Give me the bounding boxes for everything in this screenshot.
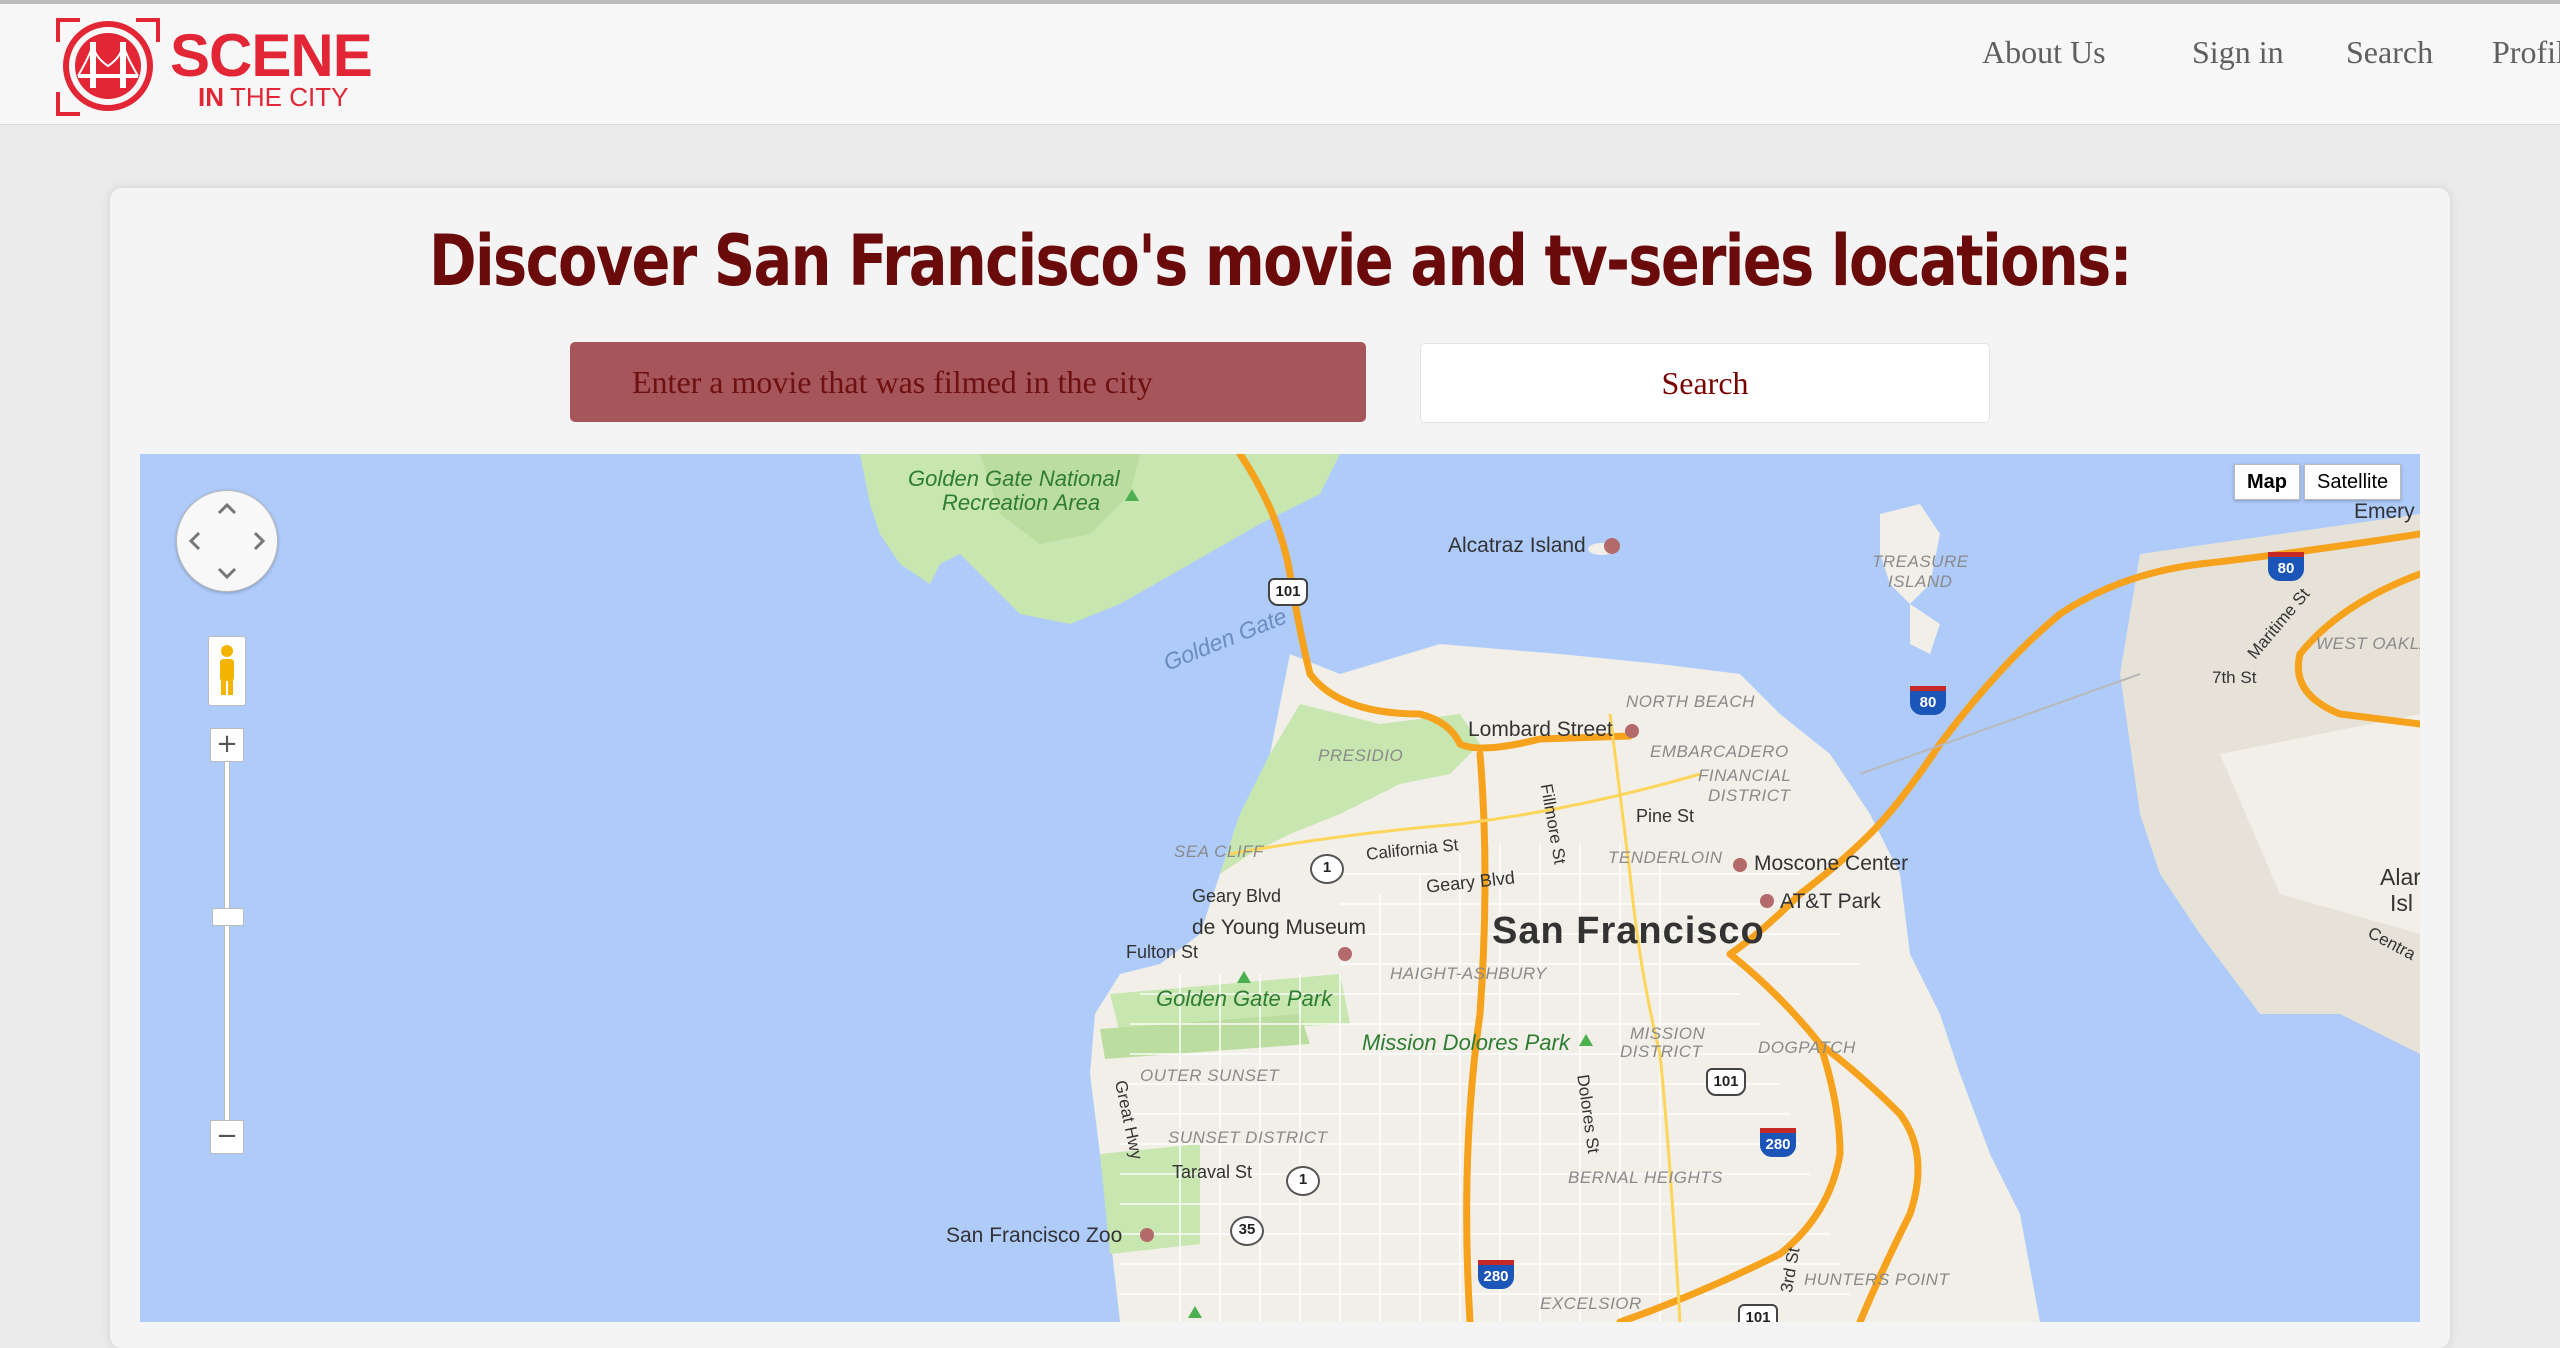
label-west-oakland: WEST OAKLA [2316, 634, 2420, 653]
street-view-pegman-icon[interactable] [208, 636, 246, 706]
navbar: SCENE IN THE CITY About Us Sign in Search… [0, 4, 2560, 125]
nav-sign-in[interactable]: Sign in [2192, 34, 2284, 71]
label-treasure-2: ISLAND [1888, 572, 1953, 591]
brand-tagline-bold: IN [198, 82, 224, 112]
interstate-80-shield-icon: 80 [2268, 552, 2304, 581]
interstate-80-shield-icon: 80 [1910, 686, 1946, 715]
label-alcatraz: Alcatraz Island [1448, 534, 1586, 557]
label-taraval: Taraval St [1172, 1162, 1253, 1182]
label-seventh: 7th St [2212, 668, 2257, 687]
label-sea-cliff: SEA CLIFF [1174, 842, 1264, 861]
label-mission-2: DISTRICT [1620, 1042, 1703, 1061]
label-moscone: Moscone Center [1754, 852, 1909, 875]
pan-arrows-icon [188, 502, 266, 580]
zoom-out-button[interactable]: − [210, 1120, 244, 1154]
golden-gate-logo-icon [56, 18, 160, 116]
search-button[interactable]: Search [1420, 343, 1990, 423]
page-title: Discover San Francisco's movie and tv-se… [429, 220, 2133, 302]
zoom-slider-track[interactable] [224, 744, 230, 1144]
label-presidio: PRESIDIO [1318, 746, 1404, 765]
movie-search-input[interactable] [570, 342, 1366, 422]
label-alameda-2: Isl [2390, 890, 2413, 916]
nav-search[interactable]: Search [2346, 34, 2433, 71]
ca1-shield-icon: 1 [1286, 1166, 1320, 1196]
zoom-in-button[interactable]: + [210, 728, 244, 762]
label-hunters-point: HUNTERS POINT [1804, 1270, 1950, 1289]
nav-profile[interactable]: Profile [2492, 34, 2560, 71]
interstate-280-shield-icon: 280 [1478, 1260, 1514, 1289]
label-alameda-1: Alar [2380, 864, 2420, 890]
nav-about-us[interactable]: About Us [1982, 34, 2106, 71]
label-haight: HAIGHT-ASHBURY [1390, 964, 1547, 983]
label-financial-2: DISTRICT [1708, 786, 1791, 805]
label-financial-1: FINANCIAL [1698, 766, 1792, 785]
label-tenderloin: TENDERLOIN [1608, 848, 1723, 867]
label-sunset: SUNSET DISTRICT [1168, 1128, 1328, 1147]
label-lombard: Lombard Street [1468, 718, 1613, 741]
zoom-slider-handle[interactable] [212, 908, 244, 926]
map[interactable]: Golden Gate National Recreation Area Alc… [140, 454, 2420, 1322]
label-embarcadero: EMBARCADERO [1650, 742, 1789, 761]
label-outer-sunset: OUTER SUNSET [1140, 1066, 1280, 1085]
map-type-satellite-button[interactable]: Satellite [2304, 464, 2402, 500]
label-fulton: Fulton St [1126, 942, 1199, 962]
label-excelsior: EXCELSIOR [1540, 1294, 1642, 1313]
pan-control[interactable] [176, 490, 278, 592]
label-mission-dolores: Mission Dolores Park [1362, 1030, 1570, 1055]
brand-tagline: IN THE CITY [198, 84, 348, 110]
us101-shield-icon: 101 [1738, 1304, 1778, 1322]
label-pine: Pine St [1636, 806, 1695, 826]
label-treasure-1: TREASURE [1872, 552, 1969, 571]
us101-shield-icon: 101 [1706, 1068, 1746, 1096]
label-geary-1: Geary Blvd [1192, 886, 1282, 906]
ca35-shield-icon: 35 [1230, 1216, 1264, 1246]
label-north-beach: NORTH BEACH [1626, 692, 1755, 711]
logo[interactable]: SCENE IN THE CITY [52, 12, 382, 120]
label-golden-gate-rec-1: Golden Gate National [908, 466, 1120, 491]
brand-tagline-rest: THE CITY [230, 82, 349, 112]
label-golden-gate-park: Golden Gate Park [1156, 986, 1333, 1011]
ca1-shield-icon: 1 [1310, 854, 1344, 884]
map-type-map-button[interactable]: Map [2234, 464, 2300, 500]
label-de-young: de Young Museum [1192, 916, 1366, 939]
label-golden-gate-rec-2: Recreation Area [942, 490, 1101, 515]
us101-shield-icon: 101 [1268, 578, 1308, 606]
brand-name: SCENE [170, 22, 373, 89]
label-san-francisco: San Francisco [1492, 910, 1765, 952]
label-sf-zoo: San Francisco Zoo [946, 1224, 1123, 1247]
label-att-park: AT&T Park [1780, 890, 1881, 913]
label-dogpatch: DOGPATCH [1758, 1038, 1856, 1057]
label-bernal: BERNAL HEIGHTS [1568, 1168, 1724, 1187]
label-mission-1: MISSION [1630, 1024, 1706, 1043]
label-emery: Emery [2354, 500, 2415, 523]
interstate-280-shield-icon: 280 [1760, 1128, 1796, 1157]
